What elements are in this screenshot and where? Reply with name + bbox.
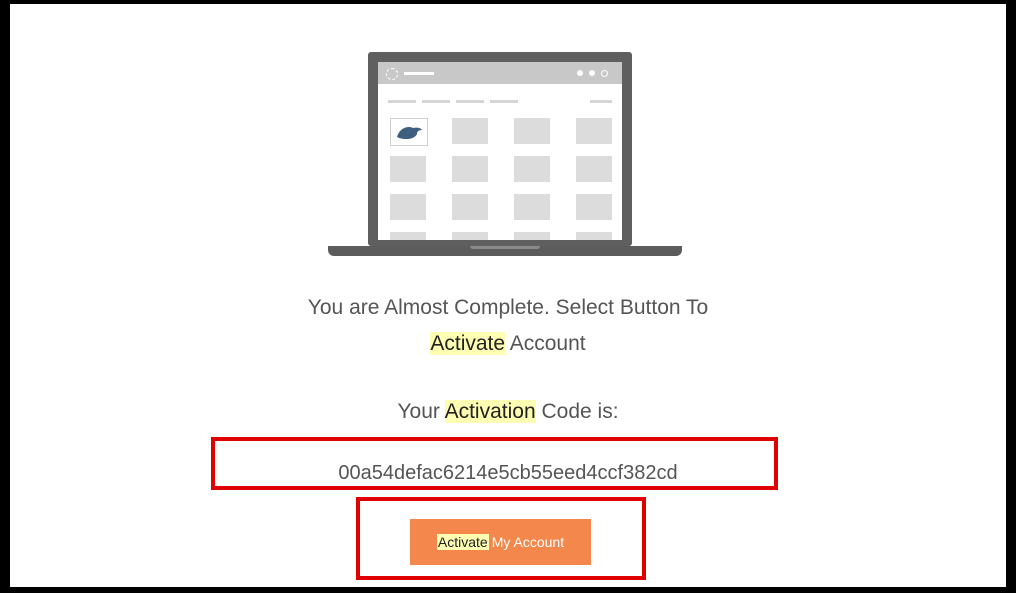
laptop-illustration (328, 52, 682, 262)
email-body: You are Almost Complete. Select Button T… (10, 4, 1006, 587)
button-highlight: Activate (436, 534, 489, 550)
instruction-line-2: Activate Account (430, 332, 586, 355)
activation-code: 00a54defac6214e5cb55eed4ccf382cd (338, 462, 678, 484)
mock-bell-icon (577, 70, 583, 76)
instruction-line-1: You are Almost Complete. Select Button T… (307, 296, 709, 319)
mock-logo-icon (386, 68, 398, 80)
mock-user-icon (589, 70, 595, 76)
highlight-activation: Activation (444, 400, 536, 423)
laptop-screen-bezel (368, 52, 632, 246)
mock-topbar (378, 62, 622, 84)
activation-code-label: Your Activation Code is: (397, 400, 619, 423)
activate-account-button[interactable]: Activate My Account (410, 519, 591, 565)
mock-photo-tile (390, 118, 428, 146)
bird-icon (397, 127, 422, 140)
mock-search-icon (601, 70, 608, 77)
laptop-screen (378, 62, 622, 240)
highlight-activate: Activate (430, 332, 506, 355)
